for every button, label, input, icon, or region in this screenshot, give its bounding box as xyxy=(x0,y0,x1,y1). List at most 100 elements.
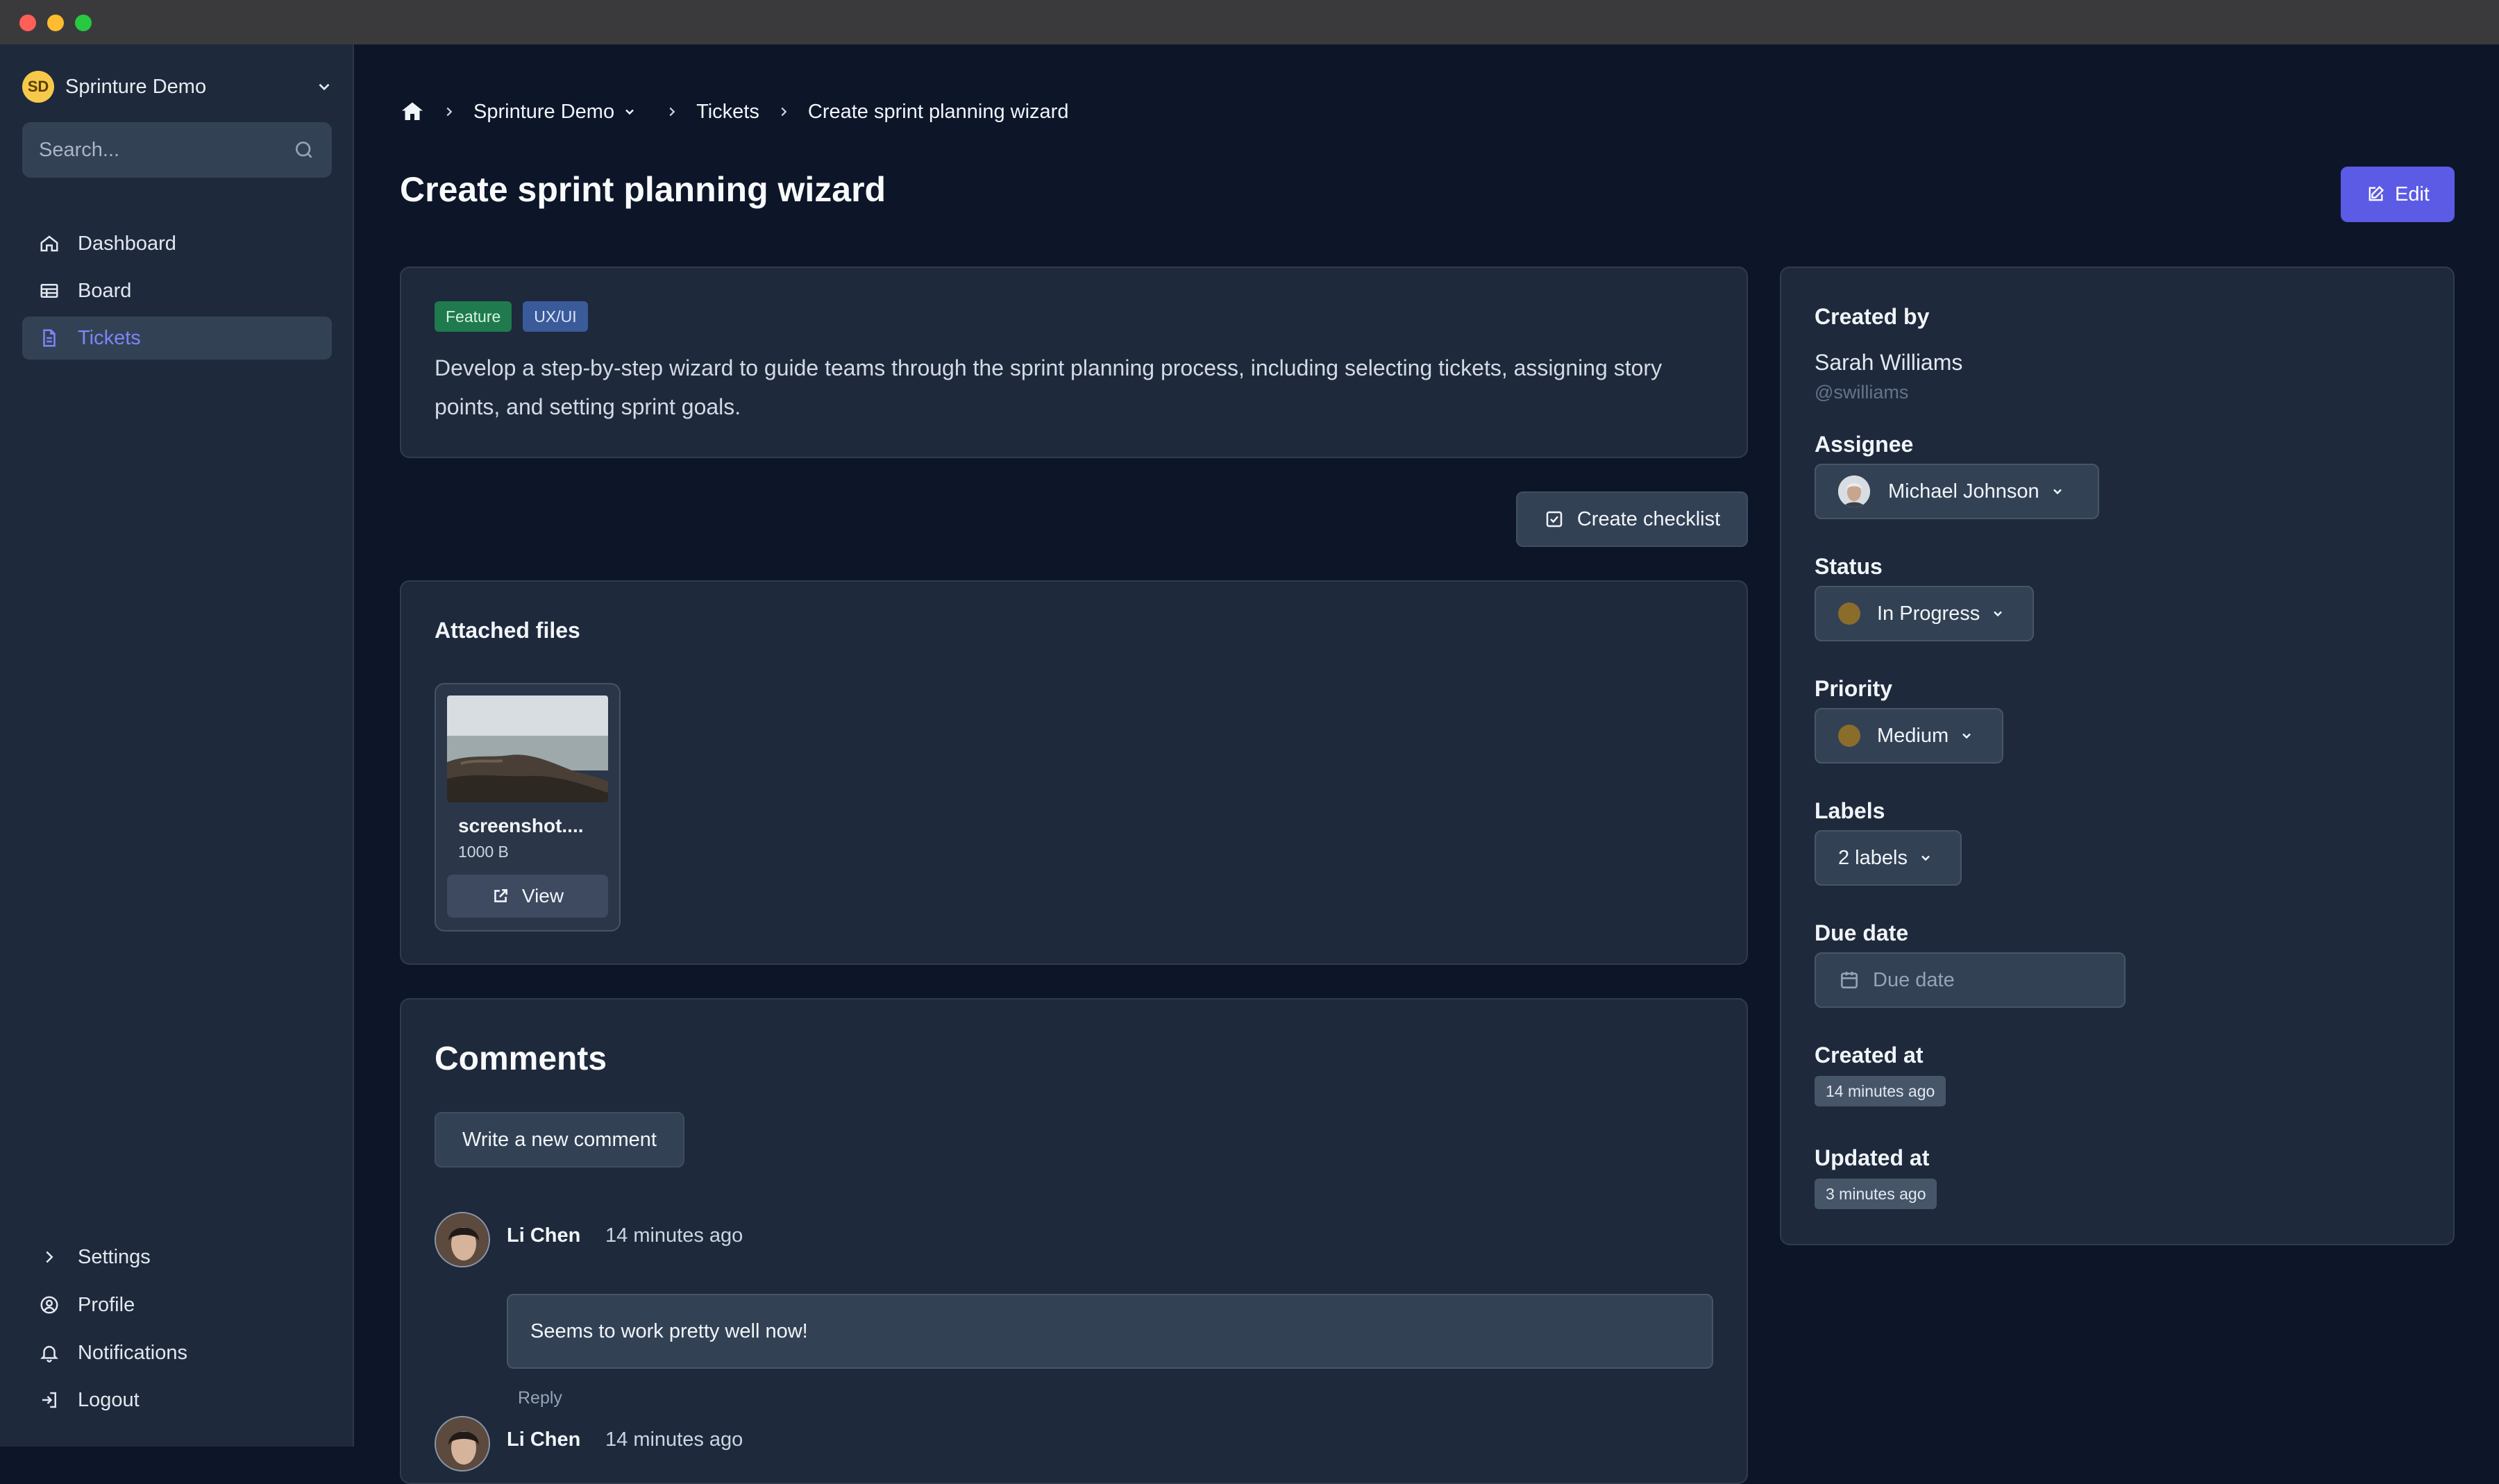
sidebar-item-label: Dashboard xyxy=(78,232,176,255)
chevron-down-icon[interactable] xyxy=(623,105,637,119)
table-icon xyxy=(40,284,58,298)
checkbox-icon xyxy=(1546,511,1563,528)
external-link-icon xyxy=(494,889,507,902)
chevron-right-icon xyxy=(446,107,453,117)
edit-button[interactable]: Edit xyxy=(2341,167,2455,222)
chevron-down-icon xyxy=(1962,733,1971,739)
workspace-avatar: SD xyxy=(22,71,54,103)
sidebar-item-tickets[interactable]: Tickets xyxy=(22,317,332,360)
sidebar-item-notifications[interactable]: Notifications xyxy=(22,1331,332,1374)
chevron-down-icon xyxy=(1994,611,2003,617)
window-titlebar xyxy=(0,0,2499,44)
file-name: screenshot.... xyxy=(458,815,584,836)
reply-link[interactable]: Reply xyxy=(518,1388,562,1408)
edit-label: Edit xyxy=(2395,183,2430,205)
updated-at-label: Updated at xyxy=(1815,1145,1930,1170)
logout-icon xyxy=(42,1392,56,1408)
updated-at-badge: 3 minutes ago xyxy=(1815,1179,1937,1209)
tag-list: Feature UX/UI xyxy=(435,301,599,332)
tag-feature: Feature xyxy=(435,301,512,332)
chevron-right-icon xyxy=(669,107,675,117)
close-window-button[interactable] xyxy=(19,15,36,31)
comment-author: Li Chen xyxy=(507,1428,581,1451)
write-comment-button[interactable]: Write a new comment xyxy=(435,1112,684,1167)
priority-dropdown[interactable]: Medium xyxy=(1815,708,2003,764)
search-placeholder: Search... xyxy=(39,138,120,161)
home-icon[interactable] xyxy=(400,99,425,124)
labels-dropdown[interactable]: 2 labels xyxy=(1815,830,1962,886)
comment-author: Li Chen xyxy=(507,1224,581,1247)
main-content: Sprinture Demo Tickets Create sprint pla… xyxy=(355,44,2499,1484)
tag-ux-ui: UX/UI xyxy=(523,301,588,332)
status-label: Status xyxy=(1815,554,1883,579)
ticket-description: Develop a step-by-step wizard to guide t… xyxy=(435,355,1663,419)
view-file-button[interactable]: View xyxy=(447,875,608,918)
breadcrumb-project[interactable]: Sprinture Demo xyxy=(473,101,614,124)
comments-heading: Comments xyxy=(435,1040,607,1077)
sidebar-item-profile[interactable]: Profile xyxy=(22,1283,332,1326)
avatar xyxy=(435,1212,490,1267)
status-value: In Progress xyxy=(1877,602,1980,625)
sidebar-item-label: Profile xyxy=(78,1293,135,1316)
search-icon xyxy=(296,142,312,158)
sidebar-item-board[interactable]: Board xyxy=(22,269,332,312)
bell-icon xyxy=(40,1346,59,1363)
labels-label: Labels xyxy=(1815,798,1885,823)
sidebar-item-label: Settings xyxy=(78,1245,151,1268)
description-card: Feature UX/UI Develop a step-by-step wiz… xyxy=(400,267,1748,458)
comment-time: 14 minutes ago xyxy=(605,1428,743,1451)
breadcrumb-tickets[interactable]: Tickets xyxy=(696,101,759,124)
file-size: 1000 B xyxy=(458,843,509,861)
comments-card: Comments Write a new comment Li Chen 14 … xyxy=(400,998,1748,1484)
attached-files-heading: Attached files xyxy=(435,618,580,643)
zoom-window-button[interactable] xyxy=(75,15,92,31)
search-input[interactable]: Search... xyxy=(22,122,332,178)
priority-value: Medium xyxy=(1877,724,1949,747)
status-dropdown[interactable]: In Progress xyxy=(1815,586,2034,641)
user-circle-icon xyxy=(40,1296,58,1314)
workspace-name: Sprinture Demo xyxy=(65,75,207,98)
assignee-label: Assignee xyxy=(1815,432,1914,457)
avatar xyxy=(435,1416,490,1472)
comment-time: 14 minutes ago xyxy=(605,1224,743,1247)
avatar xyxy=(1838,475,1870,507)
workspace-switcher[interactable]: SD Sprinture Demo xyxy=(22,69,333,104)
due-date-label: Due date xyxy=(1815,920,1909,945)
sidebar-item-logout[interactable]: Logout xyxy=(22,1378,332,1422)
ticket-details-panel: Created by Sarah Williams @swilliams Ass… xyxy=(1780,267,2455,1245)
creator-handle: @swilliams xyxy=(1815,382,1909,403)
created-at-badge: 14 minutes ago xyxy=(1815,1076,1946,1106)
status-dot xyxy=(1838,602,1860,625)
sidebar-item-settings[interactable]: Settings xyxy=(22,1236,332,1279)
calendar-icon xyxy=(1841,972,1858,988)
create-checklist-label: Create checklist xyxy=(1576,507,1721,530)
chevron-right-icon xyxy=(46,1251,53,1263)
chevron-down-icon xyxy=(1921,855,1930,861)
breadcrumb-current: Create sprint planning wizard xyxy=(807,100,1069,123)
minimize-window-button[interactable] xyxy=(47,15,64,31)
assignee-value: Michael Johnson xyxy=(1888,480,2039,503)
sidebar: SD Sprinture Demo Search... Dashboard Bo… xyxy=(0,44,354,1447)
view-label: View xyxy=(521,885,564,907)
breadcrumb: Sprinture Demo Tickets Create sprint pla… xyxy=(400,94,1068,129)
edit-icon xyxy=(2368,185,2384,201)
sidebar-item-dashboard[interactable]: Dashboard xyxy=(22,222,332,265)
sidebar-item-label: Board xyxy=(78,279,132,302)
due-date-input[interactable]: Due date xyxy=(1815,952,2126,1008)
assignee-dropdown[interactable]: Michael Johnson xyxy=(1815,464,2099,519)
due-date-placeholder: Due date xyxy=(1873,968,1955,991)
sidebar-item-label: Logout xyxy=(78,1388,140,1411)
home-icon xyxy=(40,235,58,252)
sidebar-item-label: Tickets xyxy=(78,326,141,349)
chevron-down-icon xyxy=(319,83,330,91)
file-card: screenshot.... 1000 B View xyxy=(435,683,621,931)
create-checklist-button[interactable]: Create checklist xyxy=(1516,491,1748,547)
file-thumbnail[interactable] xyxy=(447,695,608,802)
created-at-label: Created at xyxy=(1815,1043,1924,1068)
creator-name: Sarah Williams xyxy=(1815,350,1963,375)
document-icon xyxy=(43,329,56,347)
created-by-label: Created by xyxy=(1815,304,1930,329)
chevron-right-icon xyxy=(781,107,787,117)
chevron-down-icon xyxy=(2053,489,2062,495)
page-title: Create sprint planning wizard xyxy=(400,170,886,209)
